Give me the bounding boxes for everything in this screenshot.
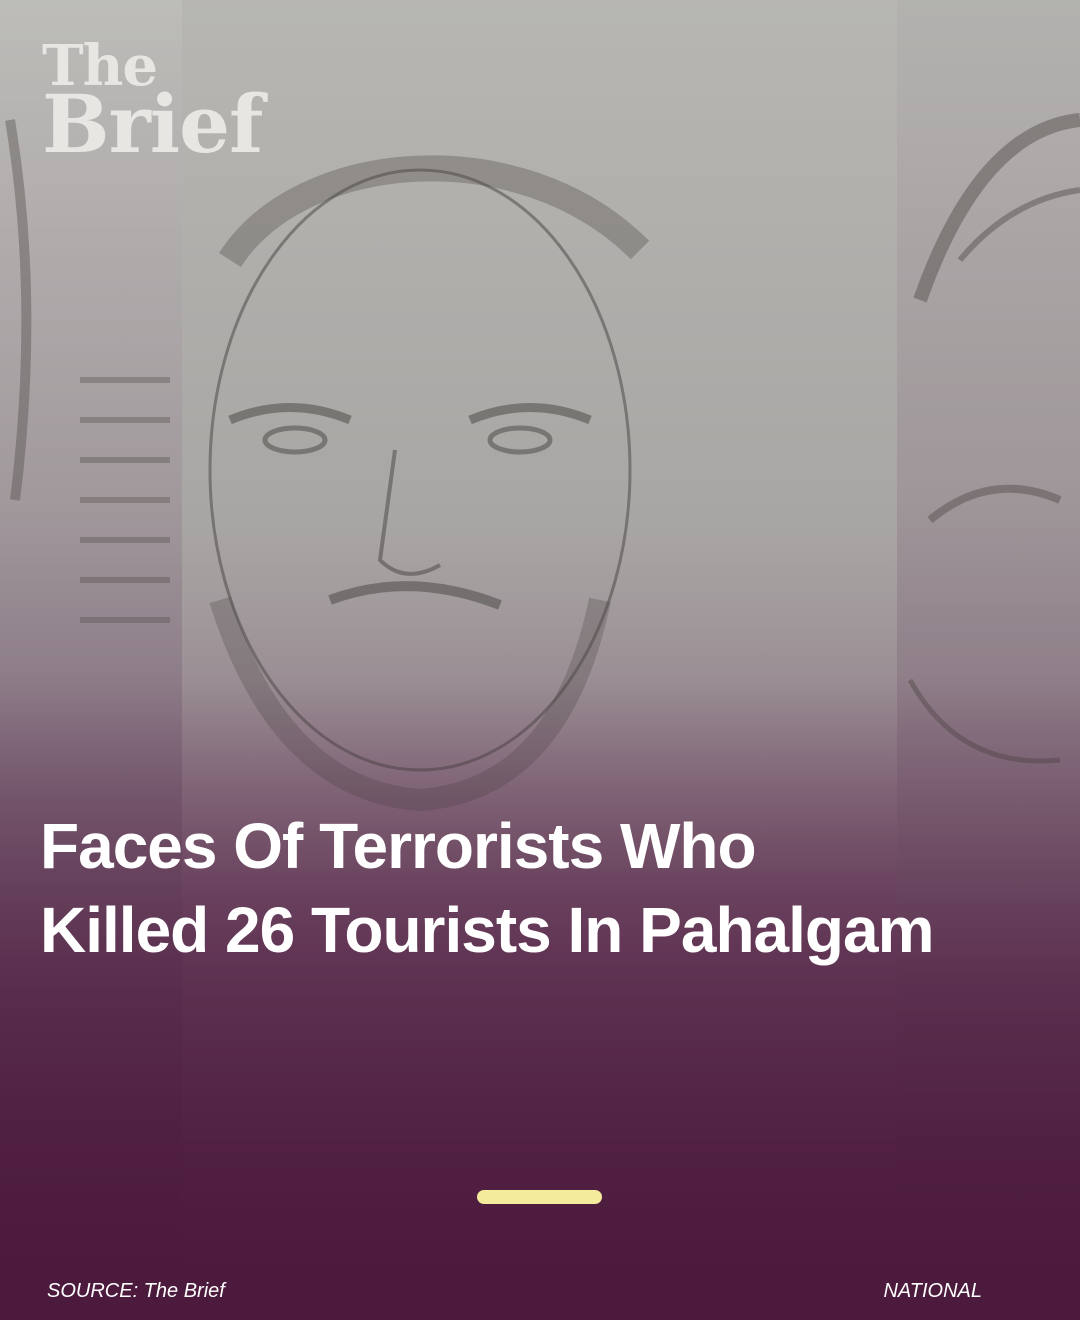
story-source: SOURCE: The Brief bbox=[47, 1280, 225, 1302]
brand-logo: The Brief bbox=[42, 38, 263, 172]
story-headline: Faces Of Terrorists Who Killed 26 Touris… bbox=[40, 810, 935, 966]
story-card[interactable]: The Brief Faces Of Terrorists Who Killed… bbox=[0, 0, 1080, 1320]
bottom-gradient-overlay bbox=[0, 680, 1080, 1320]
story-progress-indicator[interactable] bbox=[477, 1190, 602, 1204]
logo-line-2: Brief bbox=[42, 77, 263, 172]
story-category: NATIONAL bbox=[883, 1280, 982, 1302]
